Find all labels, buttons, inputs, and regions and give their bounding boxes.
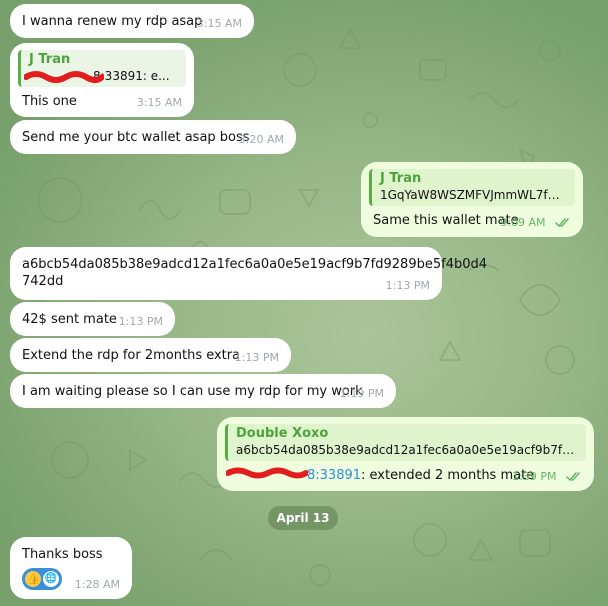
message-bubble[interactable]: Extend the rdp for 2months extra 1:13 PM <box>10 338 291 372</box>
reply-author: J Tran <box>29 52 71 67</box>
message-text: I am waiting please so I can use my rdp … <box>22 384 363 399</box>
message-bubble[interactable]: Thanks boss 👍 🌐 1:28 AM <box>10 537 132 599</box>
message-text: Thanks boss <box>22 547 103 562</box>
reply-author: Double Xoxo <box>236 426 329 441</box>
message-text: Send me your btc wallet asap boss <box>22 130 250 145</box>
message-link[interactable]: 8:33891 <box>307 468 361 483</box>
message-text: Same this wallet mate <box>373 213 519 228</box>
redaction-scribble <box>226 467 308 479</box>
date-separator: April 13 <box>268 506 338 530</box>
message-bubble[interactable]: 42$ sent mate 1:13 PM <box>10 302 175 336</box>
message-text-line1: a6bcb54da085b38e9adcd12a1fec6a0a0e5e19ac… <box>22 257 488 272</box>
message-time: 9:09 AM <box>500 216 546 229</box>
message-time: 1:19 PM <box>339 387 384 400</box>
message-text: I wanna renew my rdp asap <box>22 14 203 29</box>
message-time: 3:15 AM <box>196 17 242 30</box>
message-time: 1:13 PM <box>118 315 163 328</box>
message-time: 1:28 AM <box>74 578 120 591</box>
message-time: 3:15 AM <box>136 96 182 109</box>
message-text: 42$ sent mate <box>22 312 117 327</box>
reply-text: a6bcb54da085b38e9adcd12a1fec6a0a0e5e19ac… <box>236 443 578 457</box>
message-time: 1:39 PM <box>512 470 557 483</box>
message-bubble[interactable]: I am waiting please so I can use my rdp … <box>10 374 396 408</box>
reply-quote[interactable]: J Tran 1GqYaW8WSZMFVJmmWL7fd2... <box>369 169 575 206</box>
message-text: This one <box>22 94 77 109</box>
double-check-icon <box>566 472 580 482</box>
message-bubble[interactable]: J Tran 1GqYaW8WSZMFVJmmWL7fd2... Same th… <box>361 162 583 237</box>
message-time: 1:13 PM <box>385 279 430 292</box>
reply-author: J Tran <box>380 171 422 186</box>
reply-quote[interactable]: Double Xoxo a6bcb54da085b38e9adcd12a1fec… <box>225 424 586 461</box>
message-time-group: 1:39 PM <box>512 468 582 485</box>
message-time: 3:20 AM <box>238 133 284 146</box>
redaction-scribble <box>24 71 104 83</box>
chat-area: I wanna renew my rdp asap 3:15 AM J Tran… <box>0 0 608 606</box>
reactor-avatar: 🌐 <box>43 571 59 587</box>
reaction-badge[interactable]: 👍 🌐 <box>22 568 62 590</box>
message-time-group: 9:09 AM <box>500 214 571 231</box>
message-time: 1:13 PM <box>234 351 279 364</box>
thumbs-up-icon: 👍 <box>25 571 41 587</box>
reply-text: 1GqYaW8WSZMFVJmmWL7fd2... <box>380 188 567 202</box>
message-bubble[interactable]: I wanna renew my rdp asap 3:15 AM <box>10 4 254 38</box>
double-check-icon <box>555 218 569 228</box>
message-bubble[interactable]: a6bcb54da085b38e9adcd12a1fec6a0a0e5e19ac… <box>10 247 488 300</box>
message-text: Extend the rdp for 2months extra <box>22 348 241 363</box>
message-text-line2: 742dd <box>22 274 64 289</box>
message-text: : extended 2 months mate <box>361 468 535 483</box>
message-bubble[interactable]: Send me your btc wallet asap boss 3:20 A… <box>10 120 296 154</box>
